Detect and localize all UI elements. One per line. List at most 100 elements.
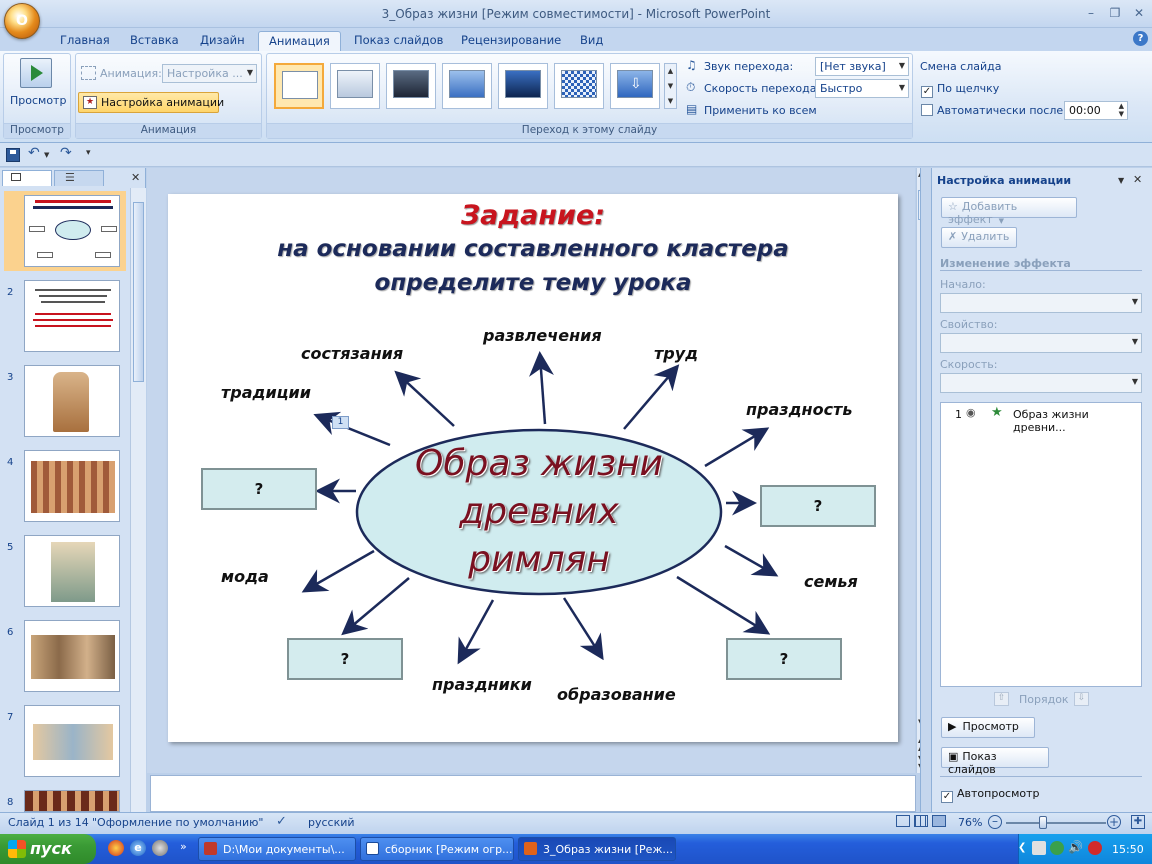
tab-view[interactable]: Вид xyxy=(570,31,613,52)
slideshow-view-icon[interactable] xyxy=(932,815,946,827)
transition-cover-down[interactable]: ⇩ xyxy=(610,63,660,109)
close-panel-icon[interactable]: ✕ xyxy=(131,171,140,184)
tab-slideshow[interactable]: Показ слайдов xyxy=(344,31,453,52)
add-effect-button[interactable]: ☆ Добавить эффект ▼ xyxy=(941,197,1077,226)
theme-name[interactable]: "Оформление по умолчанию" xyxy=(92,816,263,829)
animation-order-tag[interactable]: 1 xyxy=(332,416,349,429)
taskbar-item-powerpoint[interactable]: 3_Образ жизни [Реж... xyxy=(518,837,676,861)
tray-antivirus-icon[interactable] xyxy=(1088,841,1102,855)
tab-review[interactable]: Рецензирование xyxy=(451,31,571,52)
tab-design[interactable]: Дизайн xyxy=(190,31,255,52)
tab-animation[interactable]: Анимация xyxy=(258,31,341,52)
office-button[interactable]: O xyxy=(4,3,40,39)
tray-expand-icon[interactable]: ❮ xyxy=(1018,842,1026,853)
slide-thumbnail[interactable] xyxy=(24,450,120,522)
zoom-out-icon[interactable]: – xyxy=(988,815,1002,829)
tab-insert[interactable]: Вставка xyxy=(120,31,189,52)
word-trud: труд xyxy=(654,344,699,363)
save-icon[interactable] xyxy=(6,148,20,162)
effect-list-item[interactable]: Образ жизни древни... xyxy=(1013,408,1141,434)
transition-dissolve[interactable] xyxy=(554,63,604,109)
start-combo[interactable]: ▼ xyxy=(940,293,1142,313)
restore-icon[interactable]: ❐ xyxy=(1107,6,1123,20)
taskbar-item-word[interactable]: сборник [Режим огр... xyxy=(360,837,514,861)
zoom-level[interactable]: 76% xyxy=(958,816,982,829)
on-click-checkbox[interactable]: ✓ По щелчку xyxy=(921,82,999,98)
undo-icon[interactable]: ↶ xyxy=(28,145,40,161)
slide-thumbnail[interactable] xyxy=(24,535,120,607)
tab-outline[interactable]: ☰ xyxy=(54,170,104,186)
sorter-view-icon[interactable] xyxy=(914,815,928,827)
pane-menu-icon[interactable]: ▼ xyxy=(1118,176,1124,185)
notes-pane[interactable] xyxy=(150,775,916,812)
browser-icon[interactable]: e xyxy=(130,840,146,856)
scroll-thumb[interactable] xyxy=(133,202,144,382)
pane-splitter[interactable] xyxy=(920,168,931,812)
auto-after-checkbox[interactable]: Автоматически после: xyxy=(921,104,1067,117)
zoom-slider-thumb[interactable] xyxy=(1038,816,1047,829)
close-icon[interactable]: ✕ xyxy=(1131,6,1147,20)
sound-combo[interactable]: [Нет звука] ▼ xyxy=(815,57,909,76)
fit-window-icon[interactable]: ✚ xyxy=(1131,815,1145,829)
undo-dropdown-icon[interactable]: ▼ xyxy=(44,151,49,159)
animation-combo[interactable]: Настройка ... ▼ xyxy=(162,64,257,83)
transition-fade-smooth[interactable] xyxy=(330,63,380,109)
language[interactable]: русский xyxy=(308,816,355,829)
slides-scrollbar[interactable] xyxy=(130,188,146,812)
apply-all-button[interactable]: Применить ко всем xyxy=(704,104,817,117)
autopreview-checkbox[interactable]: ✓ Автопросмотр xyxy=(941,787,1040,803)
volume-icon[interactable]: 🔊 xyxy=(1068,840,1083,854)
speed-combo[interactable]: Быстро ▼ xyxy=(815,79,909,98)
media-icon[interactable] xyxy=(152,840,168,856)
transition-cut-black[interactable] xyxy=(498,63,548,109)
redo-icon[interactable]: ↷ xyxy=(60,145,72,161)
clock[interactable]: 15:50 xyxy=(1112,843,1144,856)
spellcheck-icon[interactable]: ✓ xyxy=(276,814,287,829)
tray-app-icon[interactable] xyxy=(1032,841,1046,855)
task-label: 3_Образ жизни [Реж... xyxy=(543,843,673,856)
slide-thumbnail[interactable] xyxy=(24,365,120,437)
opera-icon[interactable] xyxy=(108,840,124,856)
powerpoint-icon xyxy=(524,842,537,855)
slide-thumbnail[interactable] xyxy=(24,195,120,267)
zoom-in-icon[interactable]: + xyxy=(1107,815,1121,829)
close-icon[interactable]: ✕ xyxy=(1133,173,1142,186)
slide-thumbnail[interactable] xyxy=(24,705,120,777)
effects-list[interactable]: 1 ◉ ★ Образ жизни древни... xyxy=(940,402,1142,687)
slide-canvas[interactable]: Задание: на основании составленного клас… xyxy=(168,194,898,742)
transition-none[interactable] xyxy=(274,63,324,109)
gallery-scroll[interactable]: ▲ ▼ ▼ xyxy=(664,63,677,109)
custom-animation-button[interactable]: ★ Настройка анимации xyxy=(78,92,224,113)
tab-home[interactable]: Главная xyxy=(50,31,120,52)
customize-qat-icon[interactable]: ▾ xyxy=(86,148,91,158)
play-button[interactable]: ▶ Просмотр xyxy=(941,717,1035,738)
play-icon: ▶ xyxy=(948,720,957,733)
tab-slides[interactable] xyxy=(2,170,52,186)
transition-cut[interactable] xyxy=(442,63,492,109)
auto-time-field[interactable]: 00:00 ▲ ▼ xyxy=(1064,101,1128,120)
minimize-icon[interactable]: – xyxy=(1083,6,1099,20)
property-label: Свойство: xyxy=(940,318,998,331)
normal-view-icon[interactable] xyxy=(896,815,910,827)
help-icon[interactable]: ? xyxy=(1133,31,1148,46)
move-down-icon[interactable]: ⇩ xyxy=(1074,692,1089,706)
slide-thumbnail[interactable] xyxy=(24,620,120,692)
remove-button[interactable]: ✗ Удалить xyxy=(941,227,1017,248)
preview-icon[interactable] xyxy=(20,58,52,88)
transition-fade-black[interactable] xyxy=(386,63,436,109)
tray-network-icon[interactable] xyxy=(1050,841,1064,855)
slideshow-button[interactable]: ▣ Показ слайдов xyxy=(941,747,1049,776)
property-combo[interactable]: ▼ xyxy=(940,333,1142,353)
taskbar-item-folder[interactable]: D:\Мои документы\... xyxy=(198,837,356,861)
slide-thumbnail[interactable] xyxy=(24,280,120,352)
move-up-icon[interactable]: ⇧ xyxy=(994,692,1009,706)
question-box: ? xyxy=(287,638,403,680)
slideshow-icon: ▣ xyxy=(948,750,959,763)
slide-thumbnail[interactable] xyxy=(24,790,120,812)
animation-icon xyxy=(81,66,96,80)
group-animation-label: Анимация xyxy=(76,123,261,138)
zoom-slider[interactable] xyxy=(1006,816,1106,829)
preview-button[interactable]: Просмотр xyxy=(10,94,66,107)
more-icon[interactable]: » xyxy=(180,840,187,853)
speed-combo[interactable]: ▼ xyxy=(940,373,1142,393)
